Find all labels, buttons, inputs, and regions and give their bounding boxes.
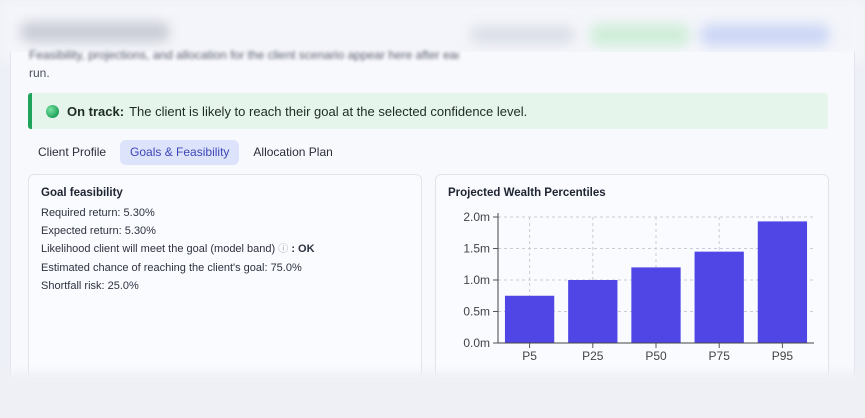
tab-client-profile[interactable]: Client Profile: [28, 140, 116, 165]
goal-feasibility-panel: Goal feasibility Required return: 5.30% …: [28, 174, 422, 379]
x-tick-label: P50: [645, 349, 667, 363]
x-tick-label: P95: [772, 349, 794, 363]
intro-text-end: run.: [29, 66, 50, 80]
shortfall-risk: Shortfall risk: 25.0%: [41, 280, 139, 292]
wealth-percentile-chart: 0.0m 0.5m 1.0m 1.5m 2.0m P5 P25 P50 P75 P95: [463, 210, 814, 363]
x-tick-label: P5: [522, 349, 537, 363]
tab-goals-feasibility[interactable]: Goals & Feasibility: [120, 140, 240, 165]
bar-p50: [631, 267, 681, 343]
y-tick-label: 1.0m: [463, 273, 490, 287]
header-primary-button-blurred[interactable]: [700, 24, 830, 46]
bottom-fade: [0, 372, 865, 418]
tab-allocation-plan[interactable]: Allocation Plan: [243, 140, 342, 165]
tab-bar: Client Profile Goals & Feasibility Alloc…: [28, 140, 343, 165]
bar-p95: [757, 221, 808, 343]
likelihood-label: Likelihood client will meet the goal (mo…: [41, 243, 276, 255]
status-banner: On track: The client is likely to reach …: [28, 93, 828, 129]
y-tick-label: 0.0m: [463, 336, 490, 350]
bar-p75: [694, 251, 744, 343]
x-tick-label: P75: [709, 349, 731, 363]
intro-text: Feasibility, projections, and allocation…: [29, 48, 459, 62]
expected-return: Expected return: 5.30%: [41, 225, 156, 237]
likelihood-value: : OK: [291, 243, 315, 255]
bar-p25: [568, 280, 618, 343]
status-dot-icon: [46, 104, 59, 118]
y-tick-label: 2.0m: [463, 210, 490, 224]
required-return: Required return: 5.30%: [41, 207, 155, 219]
goal-feasibility-title: Goal feasibility: [41, 187, 123, 199]
x-tick-label: P25: [582, 349, 604, 363]
wealth-chart-panel: Projected Wealth Percentiles 0.0m 0.5m 1.0…: [435, 174, 829, 379]
likelihood-row: Likelihood client will meet the goal (mo…: [41, 243, 409, 256]
header-control-blurred[interactable]: [470, 26, 575, 44]
status-label: On track:: [67, 103, 125, 119]
status-message: The client is likely to reach their goal…: [129, 103, 528, 119]
header-run-button-blurred[interactable]: [590, 24, 690, 46]
y-tick-label: 0.5m: [463, 305, 490, 319]
info-icon[interactable]: ⓘ: [278, 244, 288, 255]
y-tick-label: 1.5m: [463, 242, 490, 256]
estimated-chance: Estimated chance of reaching the client'…: [41, 262, 302, 274]
bar-p5: [504, 295, 555, 343]
header-title-blurred: [20, 22, 170, 42]
